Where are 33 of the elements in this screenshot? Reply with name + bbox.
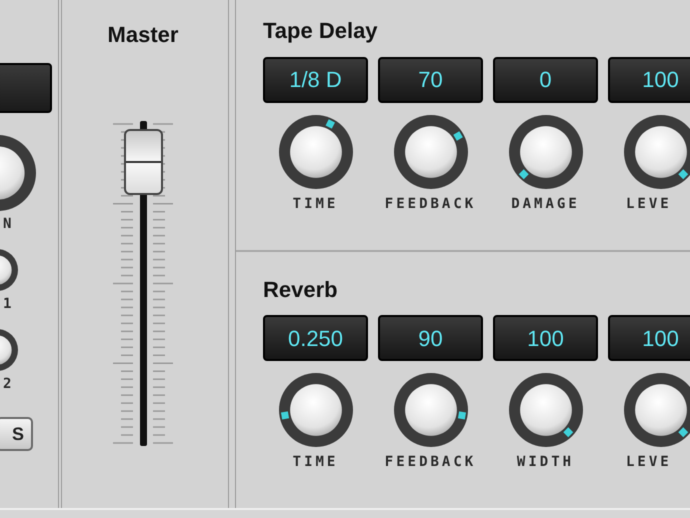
knob-label: 1 [3,297,14,311]
knob[interactable] [506,371,584,449]
knob-label: DAMAGE [511,196,580,210]
value-display [0,63,52,113]
value-display[interactable]: 1/8 D [263,56,368,102]
knob[interactable] [622,112,690,190]
solo-button[interactable]: S [0,417,33,451]
value-display[interactable]: 70 [378,56,483,102]
value-display[interactable]: 0 [493,56,598,102]
knob-label: FEEDBACK [384,196,476,210]
value-display[interactable]: 100 [608,315,690,361]
section-title: Master [108,21,178,49]
knob[interactable] [276,112,354,190]
knob[interactable] [392,112,470,190]
knob[interactable] [392,371,470,449]
knob[interactable] [622,371,690,449]
knob-label: WIDTH [516,455,574,469]
knob-label: TIME [292,196,338,210]
knob-label: 2 [3,377,14,391]
fader-thumb[interactable] [124,129,163,195]
value-display[interactable]: 100 [608,56,690,102]
knob-label: LEVE [626,196,672,210]
value-display[interactable]: 90 [378,315,483,361]
knob[interactable] [276,371,354,449]
knob-label: LEVE [626,455,672,469]
knob-label: N [3,217,14,231]
knob-label: FEEDBACK [384,455,476,469]
section-title: Tape Delay [263,17,379,44]
value-display[interactable]: 100 [493,315,598,361]
knob-label: TIME [292,455,338,469]
section-title: Reverb [263,276,339,303]
value-display[interactable]: 0.250 [263,315,368,361]
knob[interactable] [506,112,584,190]
